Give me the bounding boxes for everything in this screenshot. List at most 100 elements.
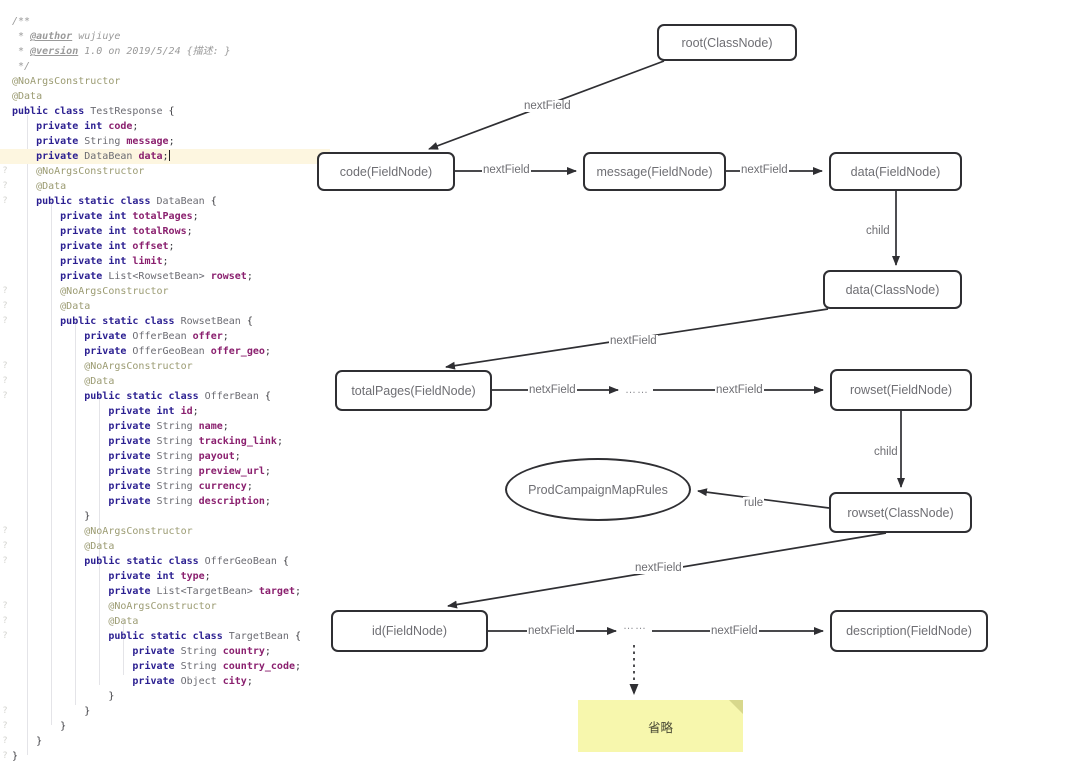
code-line[interactable]: private String name; [0,419,330,434]
gutter-fold-marker[interactable]: ? [0,314,10,329]
code-line[interactable]: ? @Data [0,539,330,554]
code-editor-pane[interactable]: /** * @author wujiuye * @version 1.0 on … [0,0,330,771]
code-token: private [12,346,133,357]
gutter-fold-marker[interactable]: ? [0,374,10,389]
code-token: ; [186,226,193,237]
gutter-fold-marker[interactable]: ? [0,389,10,404]
gutter-fold-marker[interactable]: ? [0,284,10,299]
code-line[interactable]: */ [0,59,330,74]
code-token: OfferBean [132,331,193,342]
node-code-field[interactable]: code(FieldNode) [317,152,455,191]
node-label: rowset(FieldNode) [849,383,953,397]
note-label: 省略 [647,720,673,735]
code-line[interactable]: ? @Data [0,374,330,389]
code-line[interactable]: ? } [0,704,330,719]
code-token: @NoArgsConstructor [12,286,169,297]
gutter-fold-marker[interactable]: ? [0,704,10,719]
code-line[interactable]: private int totalRows; [0,224,330,239]
code-line[interactable]: @Data [0,89,330,104]
code-line[interactable]: ? @NoArgsConstructor [0,524,330,539]
code-line[interactable]: private String preview_url; [0,464,330,479]
code-line[interactable]: private OfferGeoBean offer_geo; [0,344,330,359]
code-line[interactable]: private OfferBean offer; [0,329,330,344]
code-line[interactable]: ? public static class OfferGeoBean { [0,554,330,569]
code-line[interactable]: private List<RowsetBean> rowset; [0,269,330,284]
code-line[interactable]: private DataBean data; [0,149,330,164]
code-line[interactable]: } [0,689,330,704]
code-line[interactable]: private String currency; [0,479,330,494]
node-prodcampaignmaprules[interactable]: ProdCampaignMapRules [505,458,691,521]
node-description-field[interactable]: description(FieldNode) [830,610,988,652]
node-root[interactable]: root(ClassNode) [657,24,797,61]
node-data-field[interactable]: data(FieldNode) [829,152,962,191]
edge-label-message-data: nextField [740,164,789,176]
node-label: ProdCampaignMapRules [528,482,668,497]
code-line[interactable]: private String country_code; [0,659,330,674]
code-line[interactable]: private List<TargetBean> target; [0,584,330,599]
code-token: String [84,136,127,147]
code-token: preview_url [198,466,265,477]
node-label: totalPages(FieldNode) [351,383,476,398]
code-line[interactable]: ? @Data [0,299,330,314]
code-line[interactable]: private Object city; [0,674,330,689]
gutter-fold-marker[interactable]: ? [0,749,10,764]
gutter-fold-marker[interactable]: ? [0,524,10,539]
code-line[interactable]: private String country; [0,644,330,659]
code-line[interactable]: ? @NoArgsConstructor [0,359,330,374]
code-token: message [126,136,169,147]
code-line[interactable]: ? @Data [0,614,330,629]
edge-label-dataclass-totalpages: nextField [609,335,658,347]
gutter-fold-marker[interactable]: ? [0,299,10,314]
code-line[interactable]: ? public static class DataBean { [0,194,330,209]
code-line[interactable]: @NoArgsConstructor [0,74,330,89]
code-line[interactable]: private int id; [0,404,330,419]
gutter-fold-marker[interactable]: ? [0,194,10,209]
code-lines[interactable]: /** * @author wujiuye * @version 1.0 on … [0,14,330,764]
code-token: ; [294,661,302,672]
node-rowset-class[interactable]: rowset(ClassNode) [829,492,972,533]
gutter-fold-marker[interactable]: ? [0,629,10,644]
code-token: @NoArgsConstructor [12,76,121,87]
gutter-fold-marker[interactable]: ? [0,179,10,194]
code-line[interactable]: private int limit; [0,254,330,269]
gutter-fold-marker[interactable]: ? [0,734,10,749]
node-id-field[interactable]: id(FieldNode) [331,610,488,652]
code-line[interactable]: ? } [0,734,330,749]
code-line[interactable]: /** [0,14,330,29]
code-line[interactable]: ? public static class RowsetBean { [0,314,330,329]
code-line[interactable]: * @version 1.0 on 2019/5/24 {描述: } [0,44,330,59]
gutter-fold-marker[interactable]: ? [0,614,10,629]
node-message-field[interactable]: message(FieldNode) [583,152,726,191]
code-token: Object [180,676,223,687]
node-data-class[interactable]: data(ClassNode) [823,270,962,309]
code-line[interactable]: private String payout; [0,449,330,464]
code-line[interactable]: private String tracking_link; [0,434,330,449]
node-rowset-field[interactable]: rowset(FieldNode) [830,369,972,411]
code-line[interactable]: private int totalPages; [0,209,330,224]
code-line[interactable]: ? public static class TargetBean { [0,629,330,644]
code-token: currency [198,481,247,492]
code-line[interactable]: ? } [0,719,330,734]
code-line[interactable]: ? @NoArgsConstructor [0,599,330,614]
code-line[interactable]: ? @NoArgsConstructor [0,164,330,179]
code-line[interactable]: private int code; [0,119,330,134]
code-line[interactable]: ? public static class OfferBean { [0,389,330,404]
code-line[interactable]: } [0,509,330,524]
code-line[interactable]: ? @NoArgsConstructor [0,284,330,299]
gutter-fold-marker[interactable]: ? [0,164,10,179]
code-line[interactable]: private String message; [0,134,330,149]
code-line[interactable]: private String description; [0,494,330,509]
code-token: country [222,646,265,657]
gutter-fold-marker[interactable]: ? [0,359,10,374]
gutter-fold-marker[interactable]: ? [0,599,10,614]
node-totalpages-field[interactable]: totalPages(FieldNode) [335,370,492,411]
code-line[interactable]: ? @Data [0,179,330,194]
code-line[interactable]: public class TestResponse { [0,104,330,119]
gutter-fold-marker[interactable]: ? [0,554,10,569]
gutter-fold-marker[interactable]: ? [0,719,10,734]
code-line[interactable]: private int offset; [0,239,330,254]
gutter-fold-marker[interactable]: ? [0,539,10,554]
code-line[interactable]: ?} [0,749,330,764]
code-line[interactable]: private int type; [0,569,330,584]
code-line[interactable]: * @author wujiuye [0,29,330,44]
